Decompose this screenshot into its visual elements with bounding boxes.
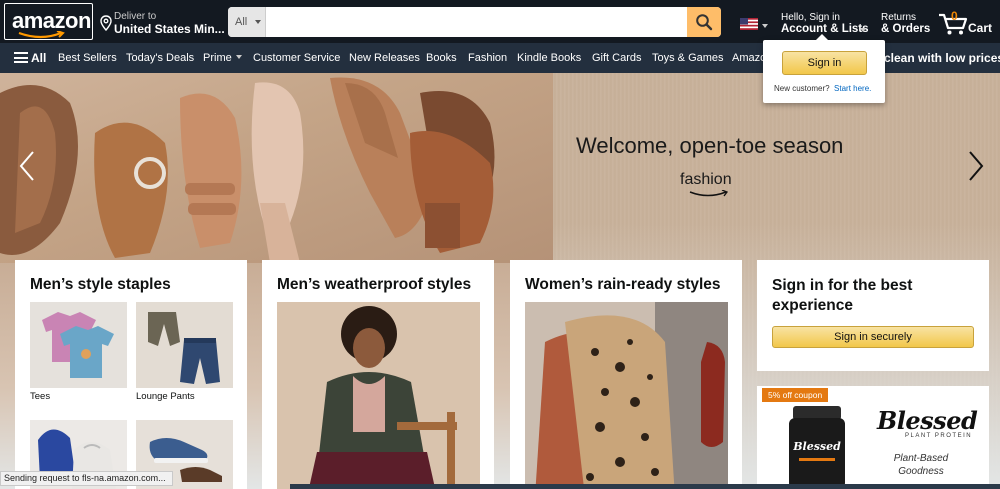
browser-status-bar: Sending request to fls-na.amazon.com... [0, 471, 173, 486]
cart-count: 0 [951, 9, 958, 23]
lounge-pants-image [136, 302, 233, 388]
card-mens-style-staples: Men’s style staples Tees Lounge Pants [15, 260, 247, 489]
start-here-link[interactable]: Start here. [834, 84, 871, 93]
new-customer-label: New customer? [774, 84, 830, 93]
search-input[interactable] [266, 7, 687, 37]
carousel-prev-arrow-icon[interactable] [18, 150, 36, 182]
tile-label-tees[interactable]: Tees [30, 391, 50, 402]
brand-subtitle: PLANT PROTEIN [905, 433, 973, 439]
chevron-down-icon [860, 28, 866, 32]
cart-label: Cart [968, 21, 993, 35]
mens-weatherproof-image[interactable] [277, 302, 480, 489]
page-bottom-strip [290, 484, 1000, 489]
sign-in-flyout: Sign in New customer? Start here. [763, 34, 885, 103]
us-flag-icon[interactable] [740, 18, 758, 30]
smile-arrow-icon [689, 190, 729, 197]
cart-button[interactable]: 0 Cart [938, 8, 998, 38]
tile-tees[interactable] [30, 302, 127, 388]
subnav-item-books[interactable]: Books [426, 52, 457, 64]
carousel-next-arrow-icon[interactable] [967, 150, 985, 182]
search-category-dropdown[interactable]: All [228, 7, 266, 37]
top-nav: amazon Deliver to United States Min... A… [0, 0, 1000, 43]
card-title[interactable]: Women’s rain-ready styles [525, 276, 721, 294]
card-sponsored-ad[interactable]: 5% off coupon Blessed Blessed PLANT PROT… [757, 386, 989, 489]
coupon-badge: 5% off coupon [762, 388, 829, 402]
card-mens-weatherproof: Men’s weatherproof styles [262, 260, 494, 489]
returns-label: Returns [881, 12, 917, 23]
promo-banner-text[interactable]: clean with low prices [884, 51, 1000, 65]
account-greeting: Hello, Sign in [781, 12, 840, 23]
subnav-item-new-releases[interactable]: New Releases [349, 52, 420, 64]
protein-tub-image: Blessed [789, 406, 845, 489]
deliver-label: Deliver to [114, 11, 157, 22]
location-pin-icon [100, 15, 112, 31]
hamburger-menu-icon[interactable] [14, 52, 28, 63]
deliver-location: United States Min... [114, 22, 225, 36]
card-title: Sign in for the best experience [772, 277, 913, 314]
account-lists-menu[interactable]: Hello, Sign in Account & Lists [781, 10, 871, 36]
subnav-item-todays-deals[interactable]: Today's Deals [126, 52, 194, 64]
womens-rain-ready-image[interactable] [525, 302, 728, 489]
subnav-item-kindle-books[interactable]: Kindle Books [517, 52, 581, 64]
chevron-down-icon [255, 20, 261, 24]
search-button[interactable] [687, 7, 721, 37]
amazon-logo[interactable]: amazon [4, 3, 93, 40]
man-in-jacket-photo [277, 302, 480, 489]
subnav-item-fashion[interactable]: Fashion [468, 52, 507, 64]
ad-description: Plant-Based Goodness [893, 453, 949, 477]
hero-headline[interactable]: Welcome, open-toe season [576, 133, 843, 159]
returns-orders-link[interactable]: Returns & Orders [881, 10, 937, 36]
search-category-label: All [235, 16, 248, 28]
smile-arrow-icon [18, 31, 65, 39]
chevron-down-icon [762, 24, 768, 28]
card-womens-rain-ready: Women’s rain-ready styles [510, 260, 742, 489]
new-customer-text: New customer? Start here. [774, 84, 871, 93]
deliver-to-location[interactable]: Deliver to United States Min... [100, 9, 225, 37]
all-menu-button[interactable]: All [31, 51, 46, 65]
brand-logo-text: Blessed [877, 406, 978, 435]
orders-label: & Orders [881, 23, 931, 35]
subnav-item-amazon[interactable]: Amazo [732, 52, 766, 64]
subnav-item-best-sellers[interactable]: Best Sellers [58, 52, 117, 64]
subnav-item-customer-service[interactable]: Customer Service [253, 52, 340, 64]
search-bar: All [228, 7, 721, 37]
flyout-pointer [815, 34, 829, 41]
subnav-item-prime-label: Prime [203, 52, 232, 64]
card-sign-in: Sign in for the best experience Sign in … [757, 260, 989, 371]
sign-in-securely-button[interactable]: Sign in securely [772, 326, 974, 348]
subnav-item-prime[interactable]: Prime [203, 52, 242, 64]
tile-lounge-pants[interactable] [136, 302, 233, 388]
svg-text:Blessed: Blessed [792, 440, 841, 453]
tees-image [30, 302, 127, 388]
search-icon [696, 14, 713, 31]
hero-brand-label: fashion [680, 171, 732, 188]
card-title[interactable]: Men’s weatherproof styles [277, 276, 471, 294]
subnav-item-toys-games[interactable]: Toys & Games [652, 52, 724, 64]
subnav-item-gift-cards[interactable]: Gift Cards [592, 52, 642, 64]
sign-in-button[interactable]: Sign in [782, 51, 867, 75]
hero-shoes-image [0, 73, 553, 263]
tile-label-lounge-pants[interactable]: Lounge Pants [136, 391, 195, 402]
leopard-coat-photo [525, 302, 728, 489]
chevron-down-icon [235, 55, 242, 59]
sandals-illustration [0, 77, 495, 263]
card-title[interactable]: Men’s style staples [30, 276, 171, 294]
